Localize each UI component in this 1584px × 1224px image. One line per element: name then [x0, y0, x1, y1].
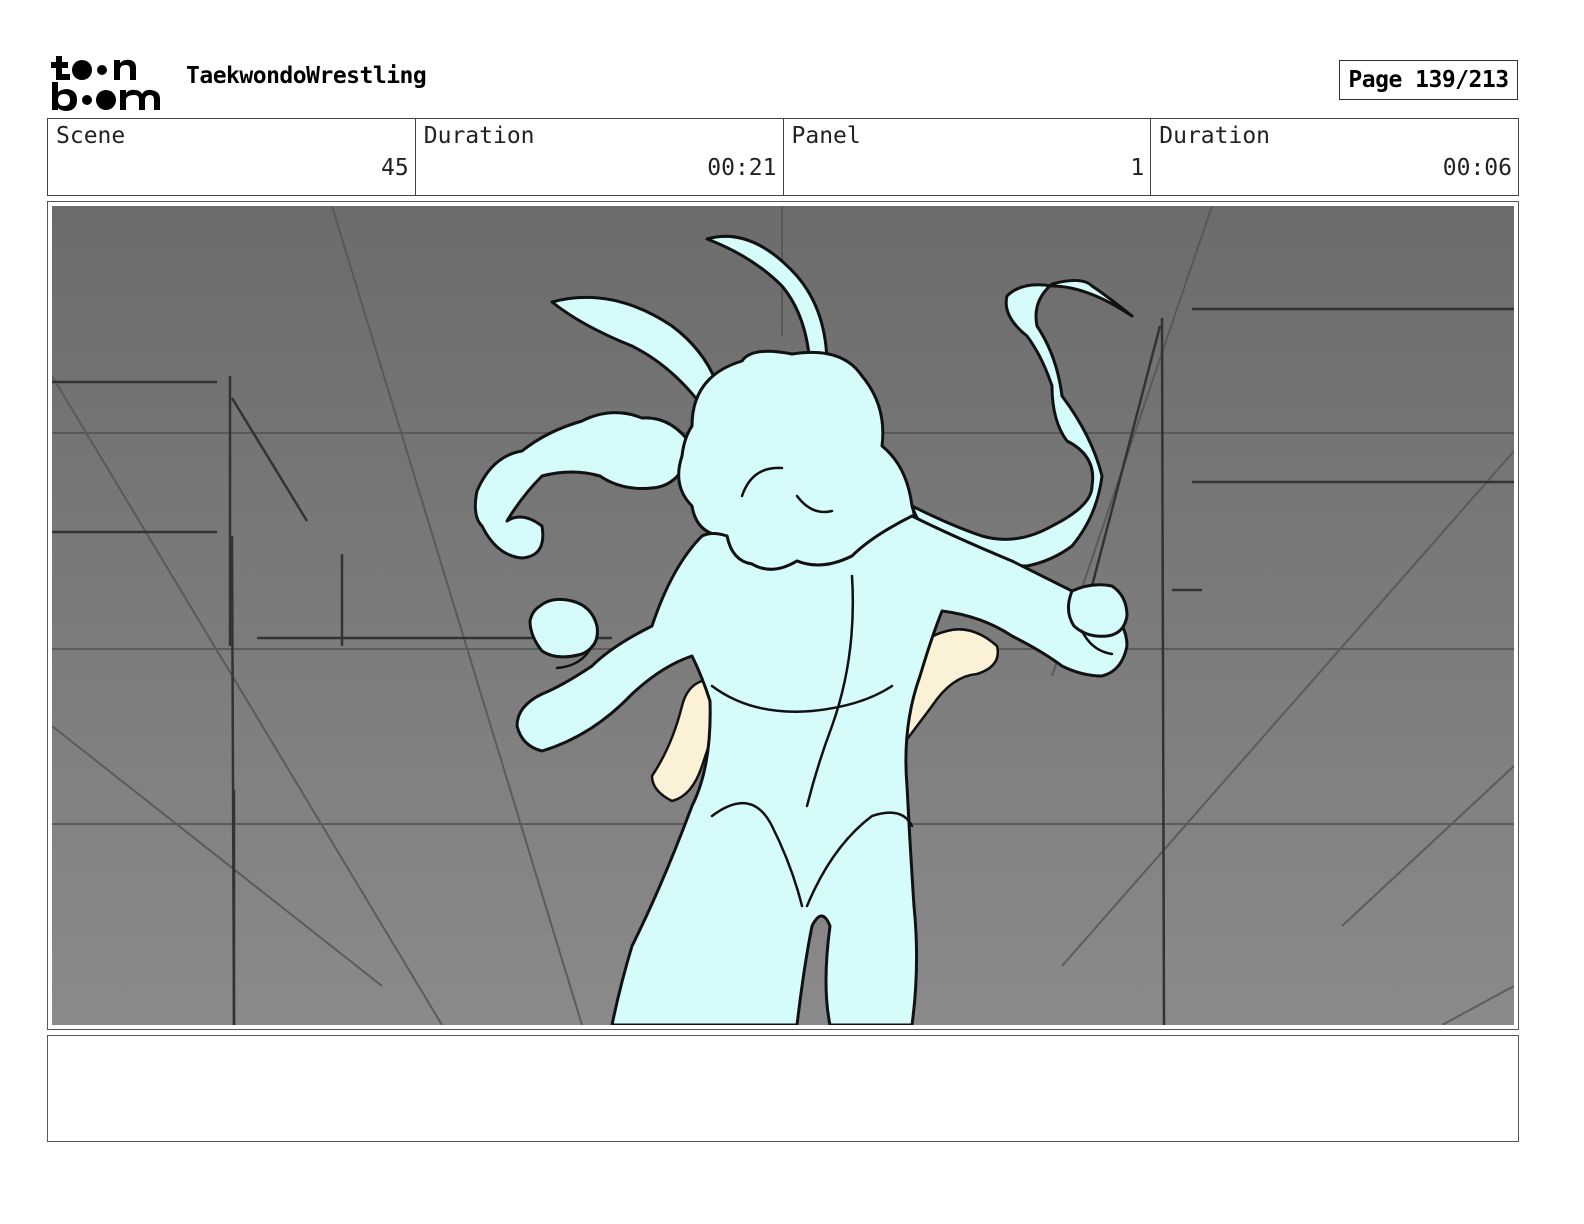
- project-title: TaekwondoWrestling: [186, 63, 427, 89]
- scene-duration-label: Duration: [423, 123, 535, 149]
- panel-cell: Panel 1: [784, 119, 1152, 195]
- page-number: Page 139/213: [1339, 60, 1518, 100]
- panel-duration-value: 00:06: [1442, 155, 1512, 181]
- toonboom-logo-icon: [51, 56, 160, 111]
- scene-value: 45: [381, 155, 409, 181]
- scene-info-table: Scene 45 Duration 00:21 Panel 1 Duration…: [47, 118, 1519, 196]
- notes-box: [47, 1035, 1519, 1142]
- scene-cell: Scene 45: [48, 119, 416, 195]
- storyboard-panel: [47, 201, 1519, 1030]
- panel-duration-cell: Duration 00:06: [1151, 119, 1518, 195]
- scene-label: Scene: [56, 123, 126, 149]
- scene-duration-value: 00:21: [707, 155, 777, 181]
- panel-duration-label: Duration: [1159, 123, 1271, 149]
- panel-drawing: [52, 206, 1514, 1025]
- panel-label: Panel: [791, 123, 861, 149]
- panel-value: 1: [1130, 155, 1145, 181]
- scene-duration-cell: Duration 00:21: [416, 119, 784, 195]
